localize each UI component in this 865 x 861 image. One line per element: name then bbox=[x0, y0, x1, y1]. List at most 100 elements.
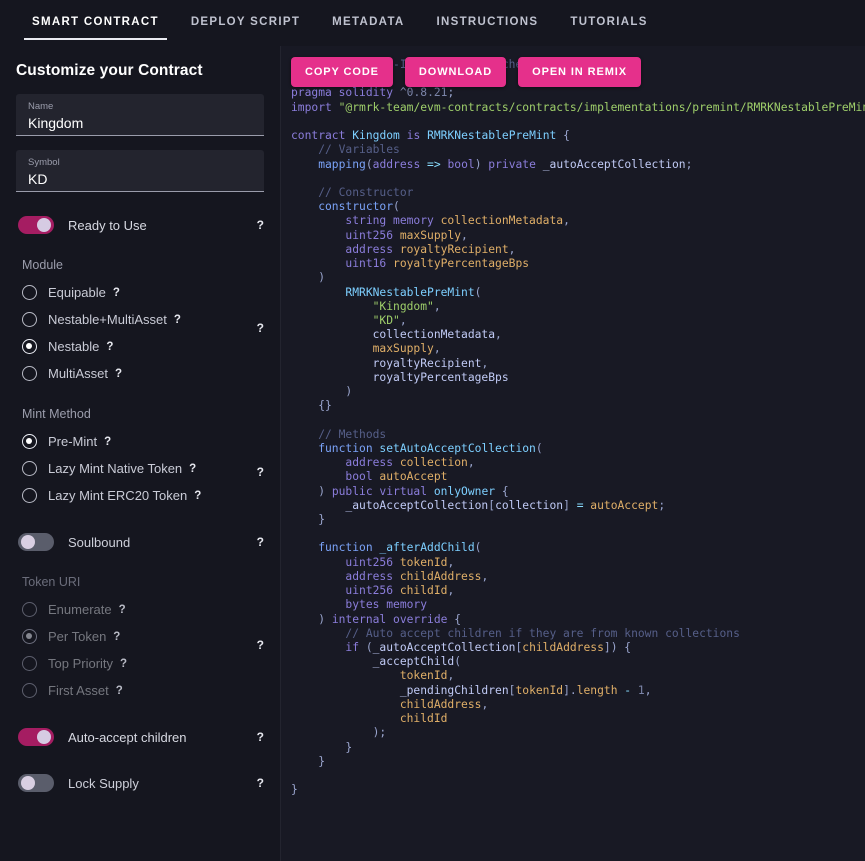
tab-smart-contract[interactable]: SMART CONTRACT bbox=[16, 0, 175, 40]
code-token: uint256 bbox=[291, 584, 393, 597]
radio-label-nestable: Nestable bbox=[48, 339, 99, 354]
code-token: royaltyPercentageBps bbox=[291, 371, 509, 384]
code-token: Kingdom bbox=[352, 129, 400, 142]
radio-row-nestable[interactable]: Nestable? bbox=[0, 333, 280, 360]
help-icon-group-token-uri[interactable]: ? bbox=[257, 638, 264, 652]
toggle-auto-accept-children[interactable] bbox=[18, 728, 54, 746]
radio-row-nestable-multiasset[interactable]: Nestable+MultiAsset? bbox=[0, 306, 280, 333]
help-icon-first-asset[interactable]: ? bbox=[116, 685, 123, 697]
toggle-soulbound[interactable] bbox=[18, 533, 54, 551]
radio-row-first-asset[interactable]: First Asset? bbox=[0, 677, 280, 704]
radio-top-priority[interactable] bbox=[22, 656, 37, 671]
radio-equipable[interactable] bbox=[22, 285, 37, 300]
radio-row-pre-mint[interactable]: Pre-Mint? bbox=[0, 428, 280, 455]
radio-label-nestable-multiasset: Nestable+MultiAsset bbox=[48, 312, 167, 327]
tab-metadata[interactable]: METADATA bbox=[316, 0, 420, 40]
toggle-row-ready-to-use[interactable]: Ready to Use? bbox=[0, 212, 280, 238]
radio-pre-mint[interactable] bbox=[22, 434, 37, 449]
copy-code-button[interactable]: COPY CODE bbox=[291, 57, 393, 87]
radio-row-lazy-mint-erc20-token[interactable]: Lazy Mint ERC20 Token? bbox=[0, 482, 280, 509]
code-token: , bbox=[434, 300, 441, 313]
code-token: childId bbox=[393, 584, 447, 597]
radio-label-equipable: Equipable bbox=[48, 285, 106, 300]
code-panel: COPY CODE DOWNLOAD OPEN IN REMIX // SPDX-L… bbox=[281, 46, 865, 861]
code-token: , bbox=[400, 314, 407, 327]
contract-fields: Name Symbol bbox=[0, 94, 280, 192]
code-token: function bbox=[291, 541, 373, 554]
radio-nestable[interactable] bbox=[22, 339, 37, 354]
radio-row-top-priority[interactable]: Top Priority? bbox=[0, 650, 280, 677]
radio-row-per-token[interactable]: Per Token? bbox=[0, 623, 280, 650]
code-token: ]) { bbox=[604, 641, 631, 654]
symbol-input[interactable] bbox=[28, 169, 252, 189]
download-button[interactable]: DOWNLOAD bbox=[405, 57, 506, 87]
help-icon-enumerate[interactable]: ? bbox=[119, 604, 126, 616]
code-token: ; bbox=[658, 499, 665, 512]
contract-options: Ready to Use?Module?Equipable?Nestable+M… bbox=[0, 212, 280, 796]
code-token: , bbox=[481, 698, 488, 711]
code-token: collectionMetadata bbox=[434, 214, 563, 227]
help-icon-auto-accept-children[interactable]: ? bbox=[257, 731, 264, 743]
help-icon-lock-supply[interactable]: ? bbox=[257, 777, 264, 789]
code-token: // Variables bbox=[291, 143, 400, 156]
radio-nestable-multiasset[interactable] bbox=[22, 312, 37, 327]
tab-tutorials[interactable]: TUTORIALS bbox=[554, 0, 663, 40]
radio-multiasset[interactable] bbox=[22, 366, 37, 381]
radio-lazy-mint-native-token[interactable] bbox=[22, 461, 37, 476]
code-token: ( bbox=[475, 541, 482, 554]
tab-deploy-script[interactable]: DEPLOY SCRIPT bbox=[175, 0, 316, 40]
field-symbol[interactable]: Symbol bbox=[16, 150, 264, 192]
code-token: royaltyRecipient bbox=[393, 243, 509, 256]
help-icon-lazy-mint-erc20-token[interactable]: ? bbox=[194, 490, 201, 502]
field-name[interactable]: Name bbox=[16, 94, 264, 136]
help-icon-ready-to-use[interactable]: ? bbox=[257, 219, 264, 231]
code-token: address bbox=[291, 570, 393, 583]
code-token: } bbox=[291, 755, 325, 768]
toggle-row-auto-accept-children[interactable]: Auto-accept children? bbox=[0, 724, 280, 750]
help-icon-pre-mint[interactable]: ? bbox=[104, 436, 111, 448]
code-token: uint256 bbox=[291, 556, 393, 569]
open-in-remix-button[interactable]: OPEN IN REMIX bbox=[518, 57, 641, 87]
code-token: is bbox=[407, 129, 421, 142]
code-token: , bbox=[481, 570, 488, 583]
toggle-row-lock-supply[interactable]: Lock Supply? bbox=[0, 770, 280, 796]
help-icon-equipable[interactable]: ? bbox=[113, 287, 120, 299]
radio-row-multiasset[interactable]: MultiAsset? bbox=[0, 360, 280, 387]
code-token: string bbox=[291, 214, 386, 227]
code-token: childAddress bbox=[291, 698, 481, 711]
name-input[interactable] bbox=[28, 113, 252, 133]
help-icon-multiasset[interactable]: ? bbox=[115, 368, 122, 380]
help-icon-group-mint-method[interactable]: ? bbox=[257, 465, 264, 479]
code-token: if bbox=[291, 641, 359, 654]
code-token: childAddress bbox=[522, 641, 604, 654]
code-token: mapping bbox=[291, 158, 366, 171]
radio-per-token[interactable] bbox=[22, 629, 37, 644]
help-icon-soulbound[interactable]: ? bbox=[257, 536, 264, 548]
radio-row-lazy-mint-native-token[interactable]: Lazy Mint Native Token? bbox=[0, 455, 280, 482]
group-title-mint-method: Mint Method bbox=[0, 407, 280, 421]
code-token: address bbox=[291, 456, 393, 469]
toggle-ready-to-use[interactable] bbox=[18, 216, 54, 234]
solidity-code-block[interactable]: // SPDX-License-Identifier: Apache-2.0 p… bbox=[281, 46, 865, 813]
help-icon-lazy-mint-native-token[interactable]: ? bbox=[189, 463, 196, 475]
help-icon-group-module[interactable]: ? bbox=[257, 321, 264, 335]
radio-row-enumerate[interactable]: Enumerate? bbox=[0, 596, 280, 623]
field-label-symbol: Symbol bbox=[28, 156, 252, 169]
radio-first-asset[interactable] bbox=[22, 683, 37, 698]
code-token: , bbox=[447, 669, 454, 682]
radio-enumerate[interactable] bbox=[22, 602, 37, 617]
radio-row-equipable[interactable]: Equipable? bbox=[0, 279, 280, 306]
tab-instructions[interactable]: INSTRUCTIONS bbox=[421, 0, 555, 40]
code-token: _autoAcceptCollection bbox=[373, 641, 516, 654]
code-token: = bbox=[570, 499, 590, 512]
toggle-lock-supply[interactable] bbox=[18, 774, 54, 792]
tab-bar: SMART CONTRACTDEPLOY SCRIPTMETADATAINSTR… bbox=[0, 0, 865, 46]
help-icon-nestable-multiasset[interactable]: ? bbox=[174, 314, 181, 326]
code-token: autoAccept bbox=[590, 499, 658, 512]
code-token: royaltyRecipient bbox=[291, 357, 481, 370]
radio-lazy-mint-erc20-token[interactable] bbox=[22, 488, 37, 503]
help-icon-top-priority[interactable]: ? bbox=[120, 658, 127, 670]
help-icon-per-token[interactable]: ? bbox=[113, 631, 120, 643]
toggle-row-soulbound[interactable]: Soulbound? bbox=[0, 529, 280, 555]
help-icon-nestable[interactable]: ? bbox=[106, 341, 113, 353]
